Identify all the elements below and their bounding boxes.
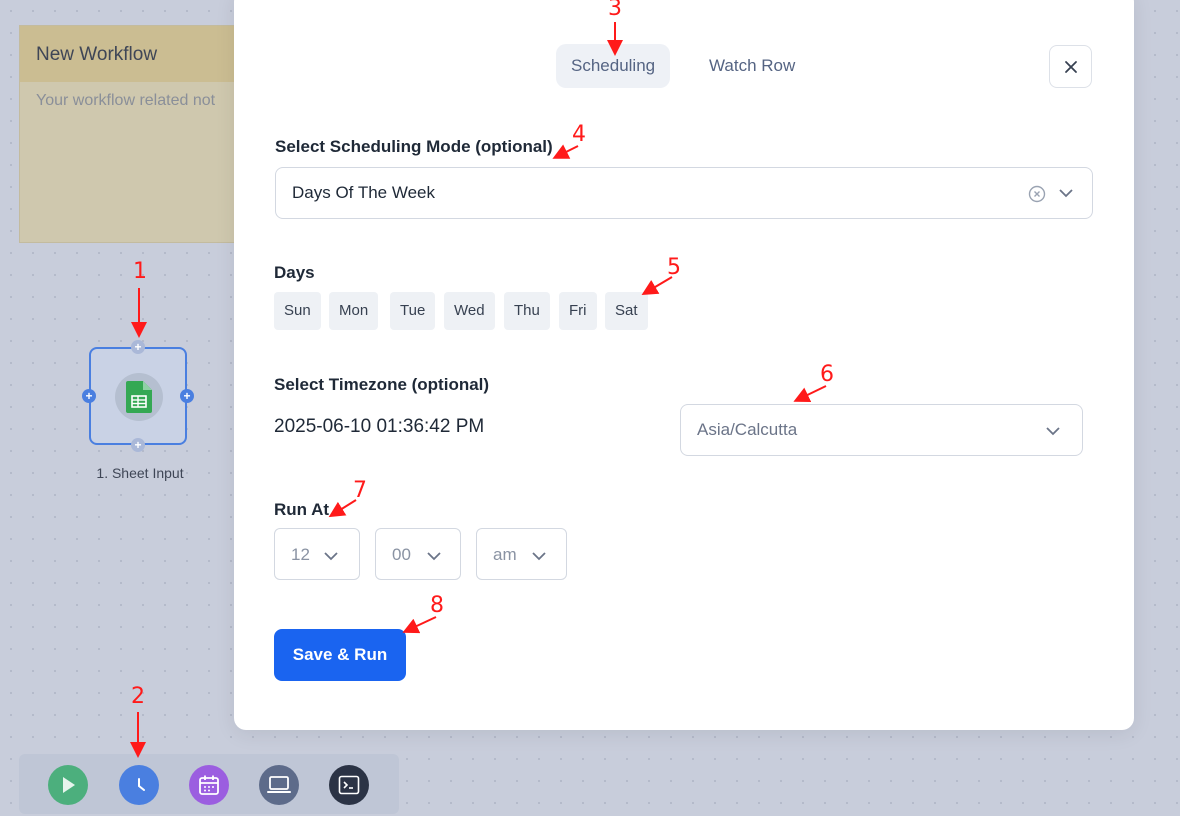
clear-circle-icon[interactable] — [1028, 185, 1046, 203]
schedule-button[interactable] — [119, 765, 159, 805]
chevron-down-icon — [427, 552, 441, 561]
node-icon-wrap — [115, 373, 163, 421]
run-button[interactable] — [48, 765, 88, 805]
clock-icon — [138, 778, 145, 791]
scheduling-mode-label: Select Scheduling Mode (optional) — [275, 137, 553, 156]
period-value: am — [493, 545, 517, 564]
close-icon — [1064, 60, 1077, 73]
minute-select[interactable]: 00 — [375, 528, 461, 580]
timezone-select[interactable]: Asia/Calcutta — [680, 404, 1083, 456]
hour-select[interactable]: 12 — [274, 528, 360, 580]
note-body: Your workflow related not — [36, 92, 216, 109]
port-right[interactable]: + — [180, 389, 194, 403]
port-top[interactable]: + — [131, 340, 145, 354]
scheduling-mode-select[interactable]: Days Of The Week — [275, 167, 1093, 219]
monitor-button[interactable] — [259, 765, 299, 805]
tab-watch-row[interactable]: Watch Row — [694, 44, 810, 88]
port-left[interactable]: + — [82, 389, 96, 403]
google-sheets-icon — [126, 381, 152, 413]
annotation-7: 7 — [353, 478, 367, 503]
laptop-icon — [267, 776, 291, 793]
annotation-2: 2 — [131, 684, 145, 709]
tab-scheduling[interactable]: Scheduling — [556, 44, 671, 88]
save-run-button[interactable]: Save & Run — [274, 629, 406, 681]
annotation-4: 4 — [572, 122, 586, 147]
day-fri[interactable]: Fri — [559, 292, 597, 330]
annotation-8: 8 — [430, 593, 444, 618]
scheduling-modal: Scheduling Watch Row Select Scheduling M… — [234, 0, 1134, 730]
chevron-down-icon — [1046, 427, 1060, 436]
period-select[interactable]: am — [476, 528, 567, 580]
day-sat[interactable]: Sat — [605, 292, 648, 330]
play-icon — [63, 777, 75, 793]
annotation-6: 6 — [820, 362, 834, 387]
days-label: Days — [274, 263, 315, 282]
day-thu[interactable]: Thu — [504, 292, 550, 330]
chevron-down-icon — [324, 552, 338, 561]
scheduling-mode-value: Days Of The Week — [292, 183, 435, 202]
hour-value: 12 — [291, 545, 310, 564]
run-at-label: Run At — [274, 500, 330, 519]
day-mon[interactable]: Mon — [329, 292, 379, 330]
annotation-3: 3 — [608, 0, 622, 21]
day-sun[interactable]: Sun — [274, 292, 321, 330]
day-wed[interactable]: Wed — [444, 292, 495, 330]
annotation-1: 1 — [133, 259, 147, 284]
chevron-down-icon — [1059, 189, 1073, 198]
minute-value: 00 — [392, 545, 411, 564]
timezone-value: Asia/Calcutta — [697, 420, 798, 439]
node-label: 1. Sheet Input — [96, 465, 184, 481]
timezone-label: Select Timezone (optional) — [274, 375, 490, 394]
workflow-note[interactable]: New Workflow Your workflow related not — [19, 25, 261, 243]
sheet-input-node[interactable]: + + + + — [82, 340, 194, 452]
day-tue[interactable]: Tue — [390, 292, 436, 330]
chevron-down-icon — [532, 552, 546, 561]
current-time: 2025-06-10 01:36:42 PM — [274, 416, 485, 437]
bottom-toolbar — [19, 754, 399, 814]
close-button[interactable] — [1049, 45, 1092, 88]
terminal-icon — [338, 775, 360, 795]
calendar-icon — [199, 775, 219, 795]
port-bottom[interactable]: + — [131, 438, 145, 452]
note-title: New Workflow — [20, 26, 260, 82]
annotation-5: 5 — [667, 255, 681, 280]
terminal-button[interactable] — [329, 765, 369, 805]
calendar-button[interactable] — [189, 765, 229, 805]
